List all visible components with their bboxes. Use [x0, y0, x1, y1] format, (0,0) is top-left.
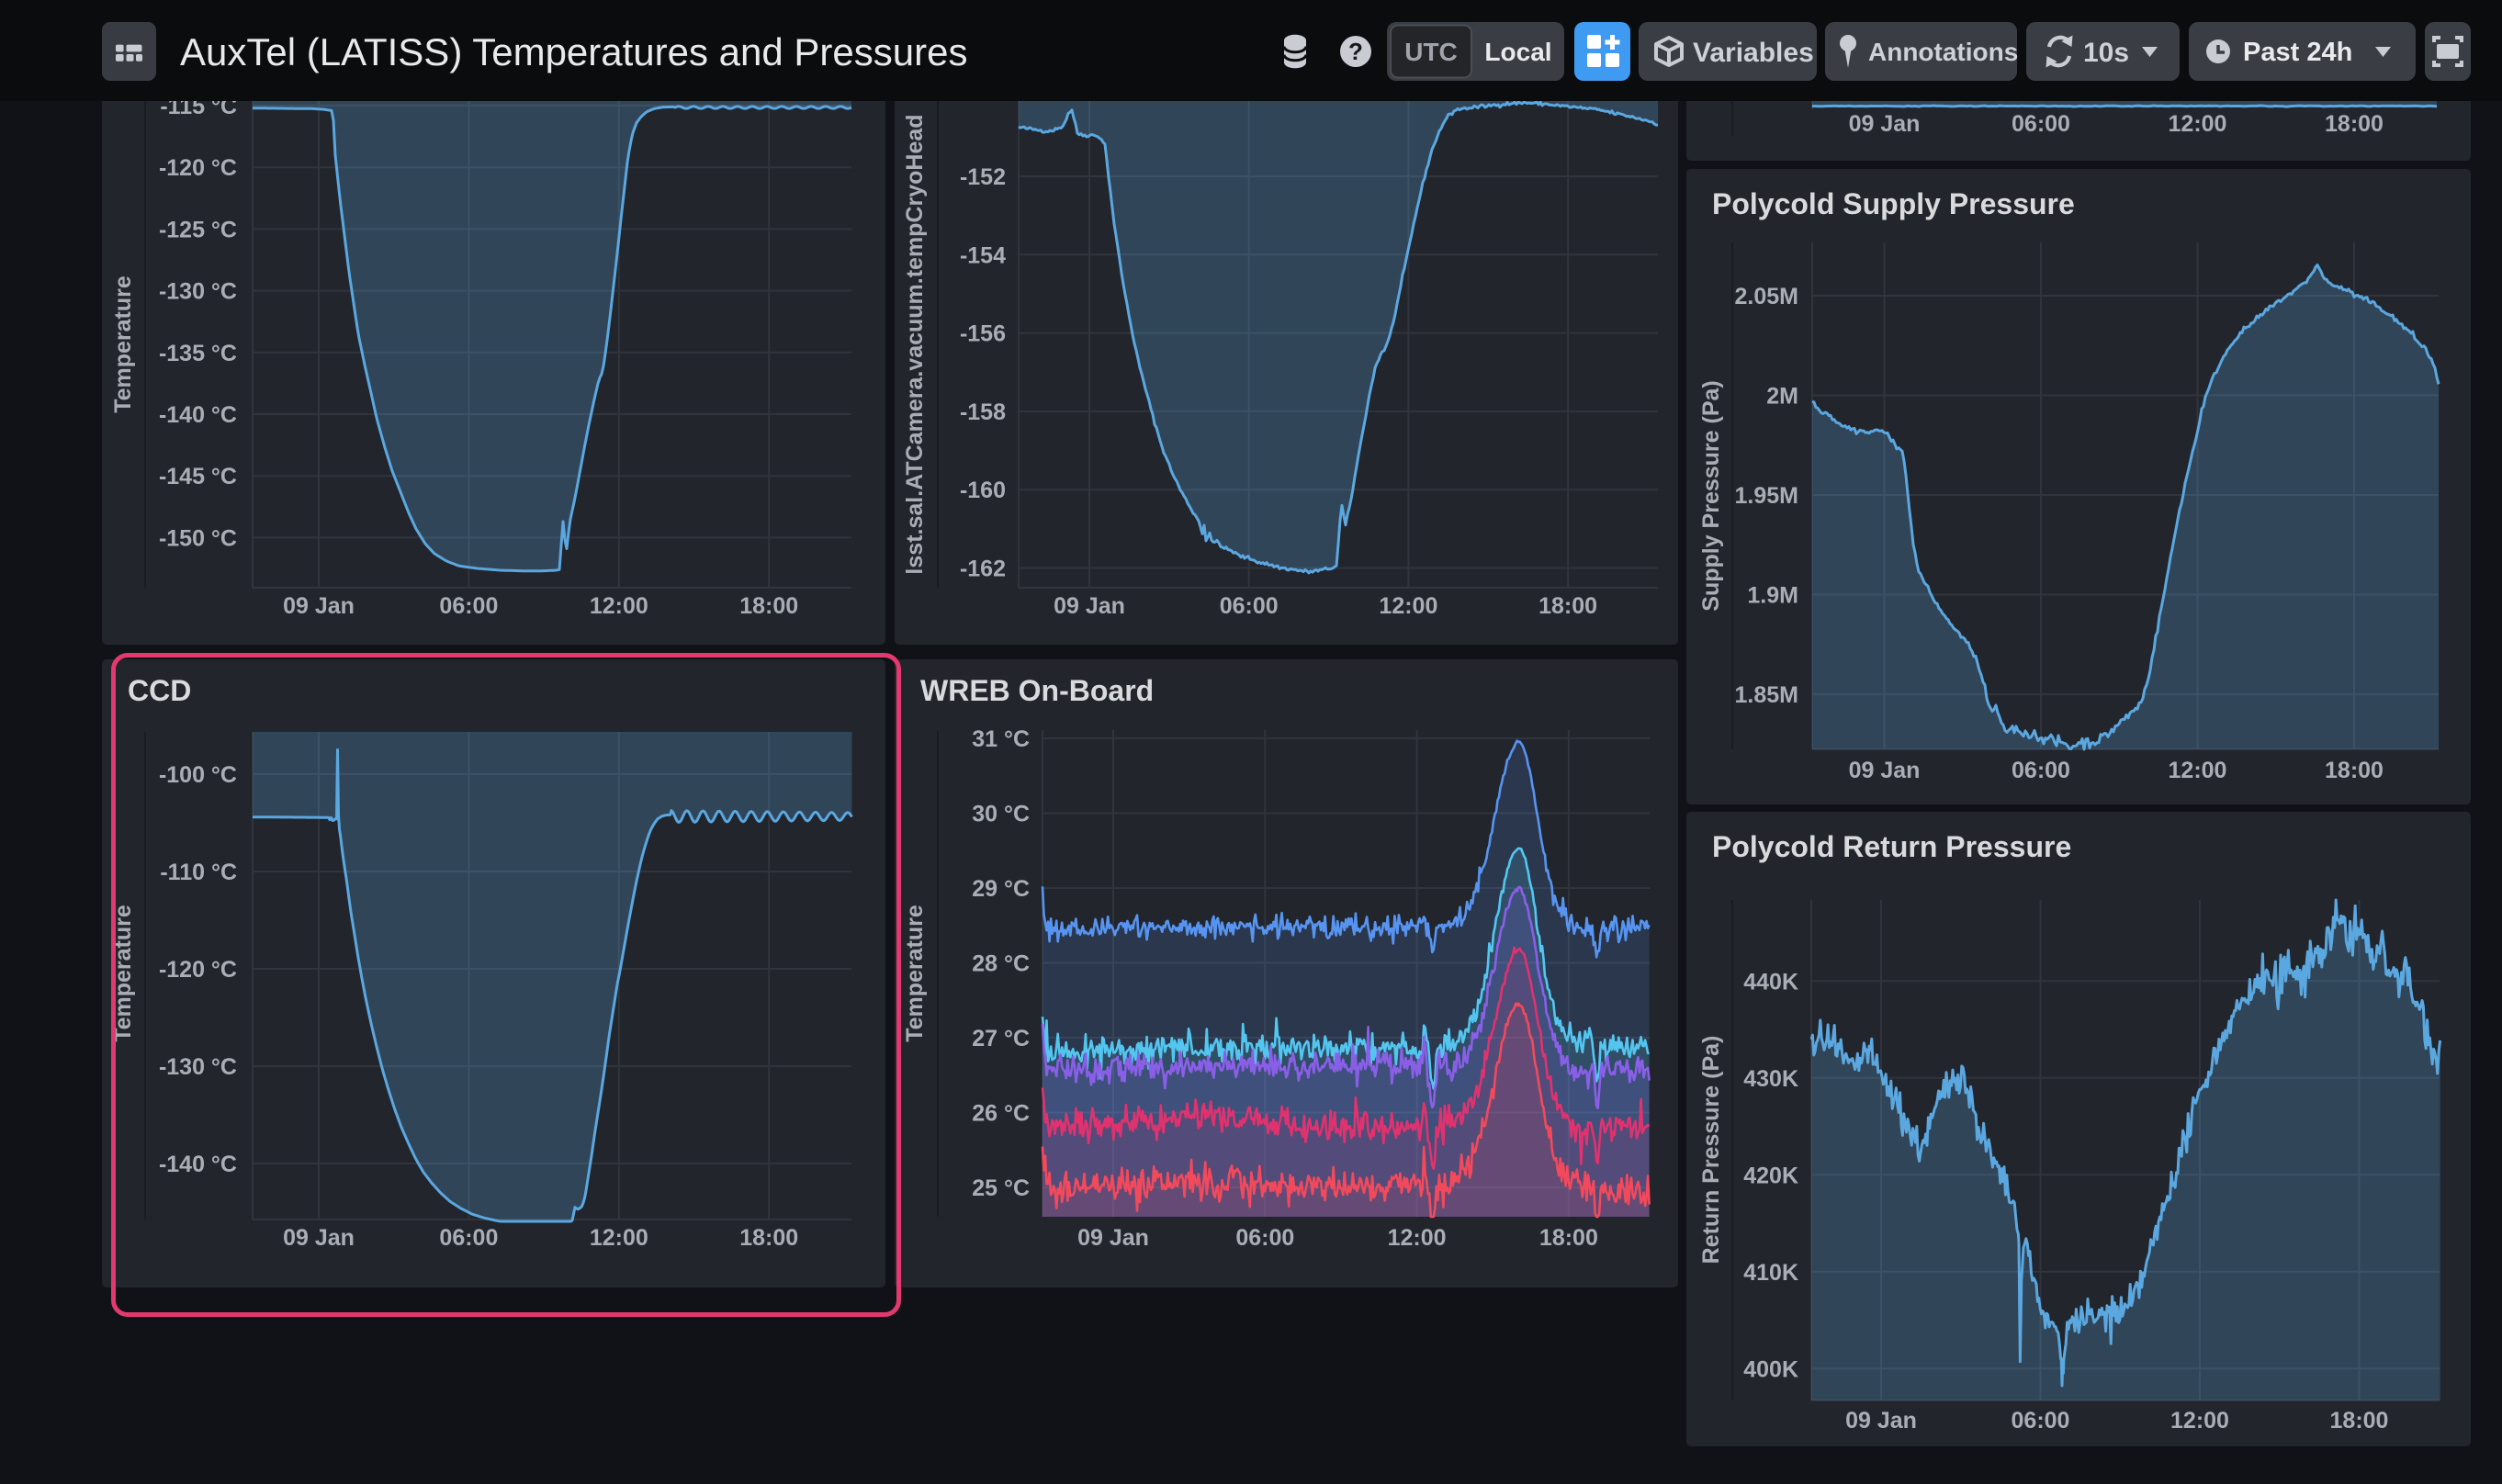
svg-text:Return Pressure (Pa): Return Pressure (Pa): [1698, 1036, 1724, 1265]
svg-text:18:00: 18:00: [2325, 111, 2384, 137]
svg-text:-162: -162: [960, 556, 1006, 582]
svg-text:1.9M: 1.9M: [1747, 583, 1798, 609]
svg-text:09 Jan: 09 Jan: [1849, 758, 1921, 783]
svg-text:25 °C: 25 °C: [972, 1175, 1030, 1201]
svg-text:31 °C: 31 °C: [972, 726, 1030, 752]
svg-text:-158: -158: [960, 399, 1006, 425]
svg-text:18:00: 18:00: [2330, 1408, 2389, 1433]
svg-text:-140 °C: -140 °C: [159, 402, 237, 428]
svg-text:1.95M: 1.95M: [1735, 483, 1798, 509]
svg-text:-152: -152: [960, 164, 1006, 190]
svg-text:27 °C: 27 °C: [972, 1026, 1030, 1051]
svg-text:18:00: 18:00: [2325, 758, 2384, 783]
svg-text:12:00: 12:00: [2169, 111, 2227, 137]
svg-text:09 Jan: 09 Jan: [1077, 1225, 1149, 1251]
svg-text:1.85M: 1.85M: [1735, 682, 1798, 708]
svg-text:410K: 410K: [1743, 1260, 1798, 1286]
svg-text:-135 °C: -135 °C: [159, 341, 237, 366]
svg-text:2M: 2M: [1766, 384, 1798, 410]
svg-text:Variables: Variables: [1693, 38, 1814, 68]
svg-text:-156: -156: [960, 321, 1006, 347]
svg-text:-150 °C: -150 °C: [159, 525, 237, 551]
svg-text:440K: 440K: [1743, 969, 1798, 995]
svg-text:-130 °C: -130 °C: [159, 279, 237, 305]
svg-text:06:00: 06:00: [2012, 758, 2070, 783]
svg-text:12:00: 12:00: [1388, 1225, 1447, 1251]
svg-text:12:00: 12:00: [2169, 758, 2227, 783]
svg-text:430K: 430K: [1743, 1066, 1798, 1092]
svg-text:29 °C: 29 °C: [972, 876, 1030, 902]
svg-text:09 Jan: 09 Jan: [1845, 1408, 1917, 1433]
svg-text:18:00: 18:00: [1539, 1225, 1598, 1251]
svg-text:-120 °C: -120 °C: [159, 155, 237, 181]
svg-text:-160: -160: [960, 478, 1006, 503]
svg-text:30 °C: 30 °C: [972, 802, 1030, 827]
svg-text:?: ?: [1348, 38, 1363, 65]
svg-text:-145 °C: -145 °C: [159, 464, 237, 489]
svg-text:lsst.sal.ATCamera.vacuum.tempC: lsst.sal.ATCamera.vacuum.tempCryoHead: [902, 114, 928, 574]
svg-text:2.05M: 2.05M: [1735, 284, 1798, 309]
svg-text:AuxTel (LATISS) Temperatures a: AuxTel (LATISS) Temperatures and Pressur…: [180, 30, 967, 73]
svg-text:26 °C: 26 °C: [972, 1101, 1030, 1127]
svg-text:09 Jan: 09 Jan: [283, 593, 355, 619]
svg-text:-154: -154: [960, 242, 1006, 268]
svg-text:10s: 10s: [2083, 38, 2129, 68]
svg-text:06:00: 06:00: [439, 593, 498, 619]
svg-text:09 Jan: 09 Jan: [1054, 593, 1125, 619]
svg-text:UTC: UTC: [1404, 38, 1458, 66]
svg-text:12:00: 12:00: [1379, 593, 1437, 619]
svg-text:Past 24h: Past 24h: [2243, 38, 2352, 67]
svg-text:09 Jan: 09 Jan: [1849, 111, 1921, 137]
svg-text:06:00: 06:00: [1220, 593, 1279, 619]
svg-text:Temperature: Temperature: [110, 275, 136, 413]
svg-text:400K: 400K: [1743, 1356, 1798, 1382]
svg-text:Supply Pressure (Pa): Supply Pressure (Pa): [1698, 380, 1724, 611]
svg-text:420K: 420K: [1743, 1163, 1798, 1188]
svg-text:28 °C: 28 °C: [972, 951, 1030, 977]
svg-text:Annotations: Annotations: [1868, 38, 2018, 66]
svg-text:18:00: 18:00: [739, 593, 798, 619]
svg-text:06:00: 06:00: [2012, 1408, 2070, 1433]
svg-text:06:00: 06:00: [1235, 1225, 1294, 1251]
svg-text:12:00: 12:00: [590, 593, 648, 619]
svg-text:-125 °C: -125 °C: [159, 217, 237, 242]
svg-text:Temperature: Temperature: [902, 905, 928, 1042]
svg-text:12:00: 12:00: [2170, 1408, 2229, 1433]
svg-text:06:00: 06:00: [2012, 111, 2070, 137]
svg-text:18:00: 18:00: [1538, 593, 1597, 619]
svg-text:Local: Local: [1484, 38, 1551, 66]
